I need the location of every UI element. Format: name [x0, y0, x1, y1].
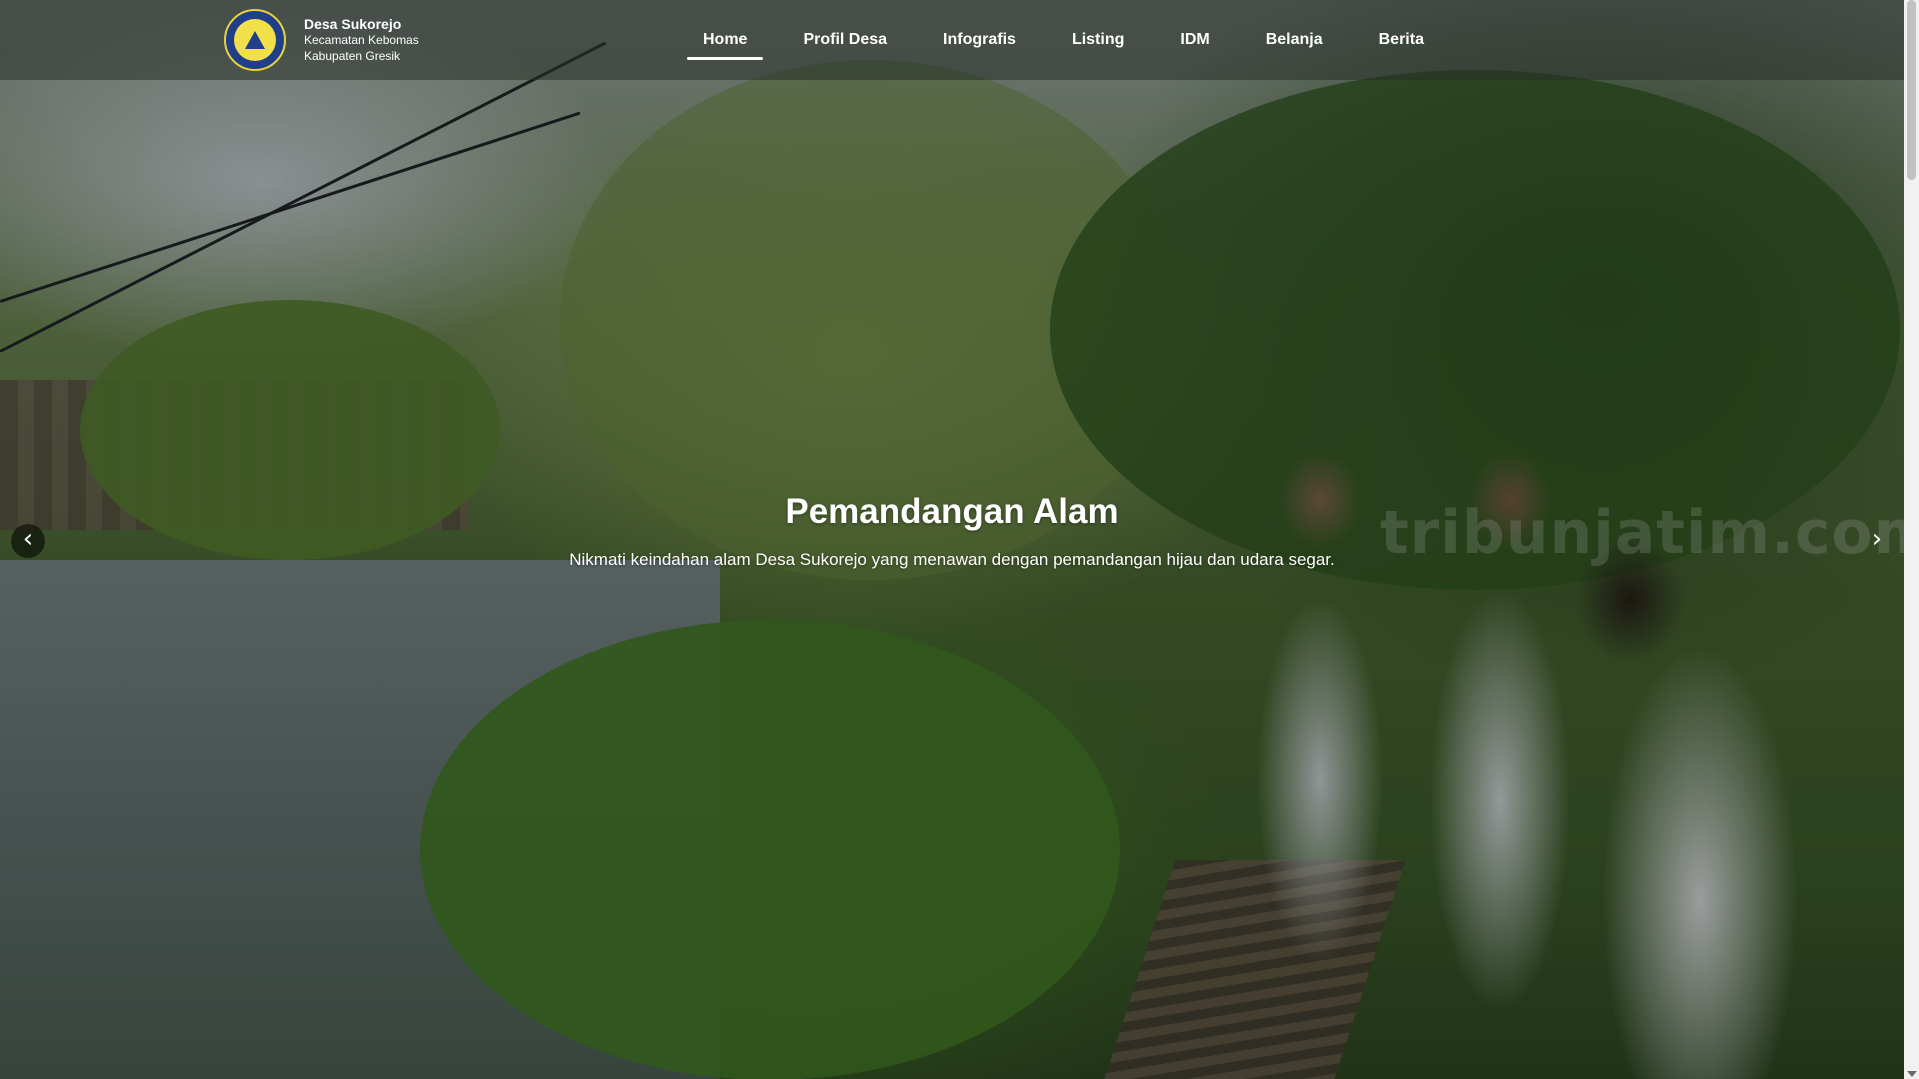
chevron-right-icon: › [1871, 524, 1883, 554]
nav-item-listing[interactable]: Listing [1056, 0, 1140, 80]
nav-item-idm[interactable]: IDM [1164, 0, 1225, 80]
scrollbar-thumb[interactable] [1907, 0, 1916, 180]
village-emblem-icon [224, 9, 286, 71]
carousel-next-button[interactable]: › [1860, 524, 1894, 558]
nav-item-profil-desa[interactable]: Profil Desa [787, 0, 903, 80]
main-nav: Home Profil Desa Infografis Listing IDM … [687, 0, 1440, 80]
hero-carousel: tribunjatim.com Pemandangan Alam Nikmati… [0, 0, 1904, 1079]
nav-item-infografis[interactable]: Infografis [927, 0, 1032, 80]
hero-caption: Pemandangan Alam Nikmati keindahan alam … [0, 492, 1904, 570]
scroll-down-arrow-icon[interactable] [1907, 1071, 1917, 1077]
carousel-prev-button[interactable]: ‹ [11, 524, 45, 558]
brand-title: Desa Sukorejo [304, 16, 402, 32]
site-header: Desa Sukorejo Kecamatan Kebomas Kabupate… [0, 0, 1904, 80]
chevron-left-icon: ‹ [22, 524, 34, 554]
brand-regency: Kabupaten Gresik [304, 49, 401, 63]
nav-item-berita[interactable]: Berita [1363, 0, 1440, 80]
page-scrollbar[interactable] [1904, 0, 1919, 1079]
nav-item-belanja[interactable]: Belanja [1250, 0, 1339, 80]
brand-text: Desa Sukorejo Kecamatan Kebomas Kabupate… [304, 16, 419, 64]
brand[interactable]: Desa Sukorejo Kecamatan Kebomas Kabupate… [224, 9, 419, 71]
nav-item-home[interactable]: Home [687, 0, 764, 80]
hero-description: Nikmati keindahan alam Desa Sukorejo yan… [569, 550, 1335, 569]
brand-subdistrict: Kecamatan Kebomas [304, 33, 419, 47]
hero-title: Pemandangan Alam [785, 492, 1119, 531]
